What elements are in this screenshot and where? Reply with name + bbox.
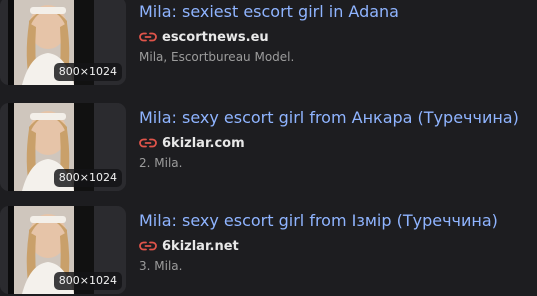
result-thumbnail[interactable]: 800×1024 [0,206,126,294]
result-title-link[interactable]: Mila: sexy escort girl from Ізмір (Туреч… [139,211,498,231]
result-description: 2. Mila. [139,156,183,170]
result-title-link[interactable]: Mila: sexy escort girl from Анкара (Туре… [139,108,519,128]
result-domain: 6kizlar.com [162,135,245,151]
result-domain: 6kizlar.net [162,238,239,254]
result-item: 800×1024 Mila: sexy escort girl from Анк… [0,103,537,191]
result-description: 3. Mila. [139,259,183,273]
result-source[interactable]: 6kizlar.net [139,237,239,255]
link-icon [139,138,157,148]
image-size-badge: 800×1024 [53,63,122,81]
result-title-link[interactable]: Mila: sexiest escort girl in Adana [139,2,399,22]
image-size-badge: 800×1024 [53,272,122,290]
result-source[interactable]: 6kizlar.com [139,134,245,152]
result-item: 800×1024 Mila: sexiest escort girl in Ad… [0,0,537,85]
result-thumbnail[interactable]: 800×1024 [0,103,126,191]
result-domain: escortnews.eu [162,29,269,45]
image-size-badge: 800×1024 [53,169,122,187]
image-search-results: 800×1024 Mila: sexiest escort girl in Ad… [0,0,537,296]
result-description: Mila, Escortbureau Model. [139,50,295,64]
result-thumbnail[interactable]: 800×1024 [0,0,126,85]
result-source[interactable]: escortnews.eu [139,28,269,46]
result-item: 800×1024 Mila: sexy escort girl from Ізм… [0,206,537,294]
link-icon [139,32,157,42]
link-icon [139,241,157,251]
